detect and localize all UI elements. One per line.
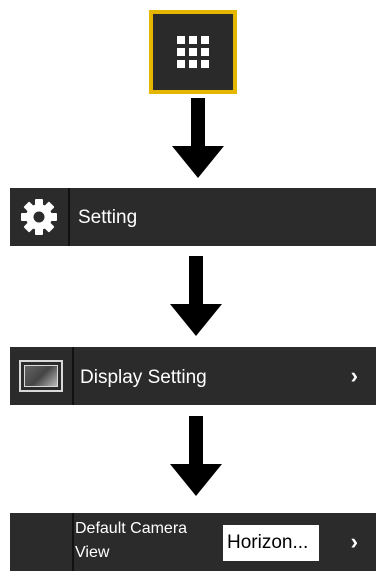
row-icon-container	[10, 513, 74, 571]
display-setting-menu-item[interactable]: Display Setting ›	[10, 347, 376, 405]
down-arrow-icon	[166, 256, 226, 336]
camera-view-value[interactable]: Horizon...	[223, 525, 319, 561]
down-arrow-icon	[168, 98, 228, 178]
row-icon-container	[10, 347, 74, 405]
default-camera-view-menu-item[interactable]: Default Camera View Horizon... ›	[10, 513, 376, 571]
display-icon	[19, 360, 63, 392]
apps-grid-button[interactable]	[149, 10, 237, 94]
setting-menu-item[interactable]: Setting	[10, 188, 376, 246]
chevron-right-icon: ›	[350, 363, 358, 388]
row-icon-container	[10, 188, 70, 246]
grid-icon	[177, 36, 209, 68]
gear-icon	[21, 199, 57, 235]
default-camera-view-label: Default Camera View	[75, 520, 188, 561]
setting-label: Setting	[78, 207, 138, 228]
chevron-right-icon: ›	[350, 529, 358, 554]
down-arrow-icon	[166, 416, 226, 496]
display-setting-label: Display Setting	[80, 367, 207, 388]
